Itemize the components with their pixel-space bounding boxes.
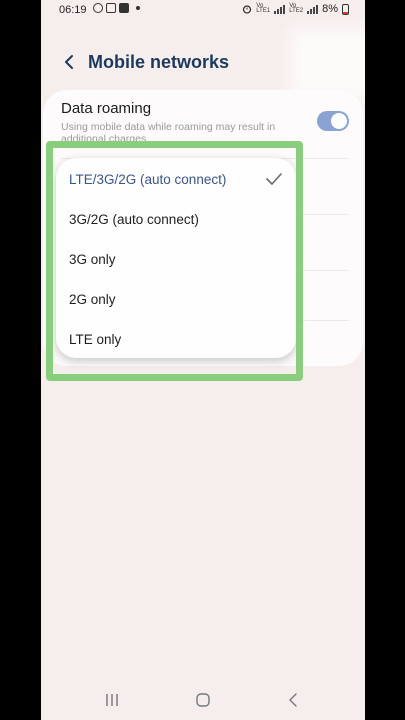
signal-icon-2 (307, 4, 319, 14)
battery-icon (342, 3, 349, 15)
data-roaming-title: Data roaming (61, 100, 152, 117)
home-button[interactable] (188, 688, 218, 712)
sync-icon (93, 3, 103, 13)
phone-screen: 06:19 Vo LTE1 Vo LTE2 8% Mobile networks… (41, 0, 365, 720)
home-icon (196, 693, 210, 707)
back-button[interactable] (55, 48, 83, 76)
chevron-left-icon (65, 55, 73, 69)
more-notifications-icon (136, 6, 140, 10)
recents-icon (106, 694, 118, 706)
toggle-knob (331, 113, 347, 129)
volte-lte2-tag: Vo LTE2 (289, 3, 304, 14)
status-time: 06:19 (59, 4, 87, 16)
alarm-icon (243, 5, 252, 14)
back-nav-button[interactable] (279, 688, 309, 712)
navigation-bar (41, 680, 365, 720)
page-title: Mobile networks (88, 52, 230, 72)
gallery-icon (106, 3, 116, 13)
recents-button[interactable] (97, 688, 127, 712)
back-icon (289, 693, 297, 707)
vlc-icon (119, 3, 129, 13)
signal-icon (274, 4, 286, 14)
battery-percent: 8% (322, 3, 338, 15)
volte-lte1-tag: Vo LTE1 (256, 3, 271, 14)
notification-icons (93, 3, 140, 13)
status-bar: 06:19 Vo LTE1 Vo LTE2 8% (41, 0, 365, 22)
status-right: Vo LTE1 Vo LTE2 8% (242, 3, 349, 15)
data-roaming-toggle[interactable] (317, 111, 349, 131)
highlight-box (46, 141, 303, 381)
